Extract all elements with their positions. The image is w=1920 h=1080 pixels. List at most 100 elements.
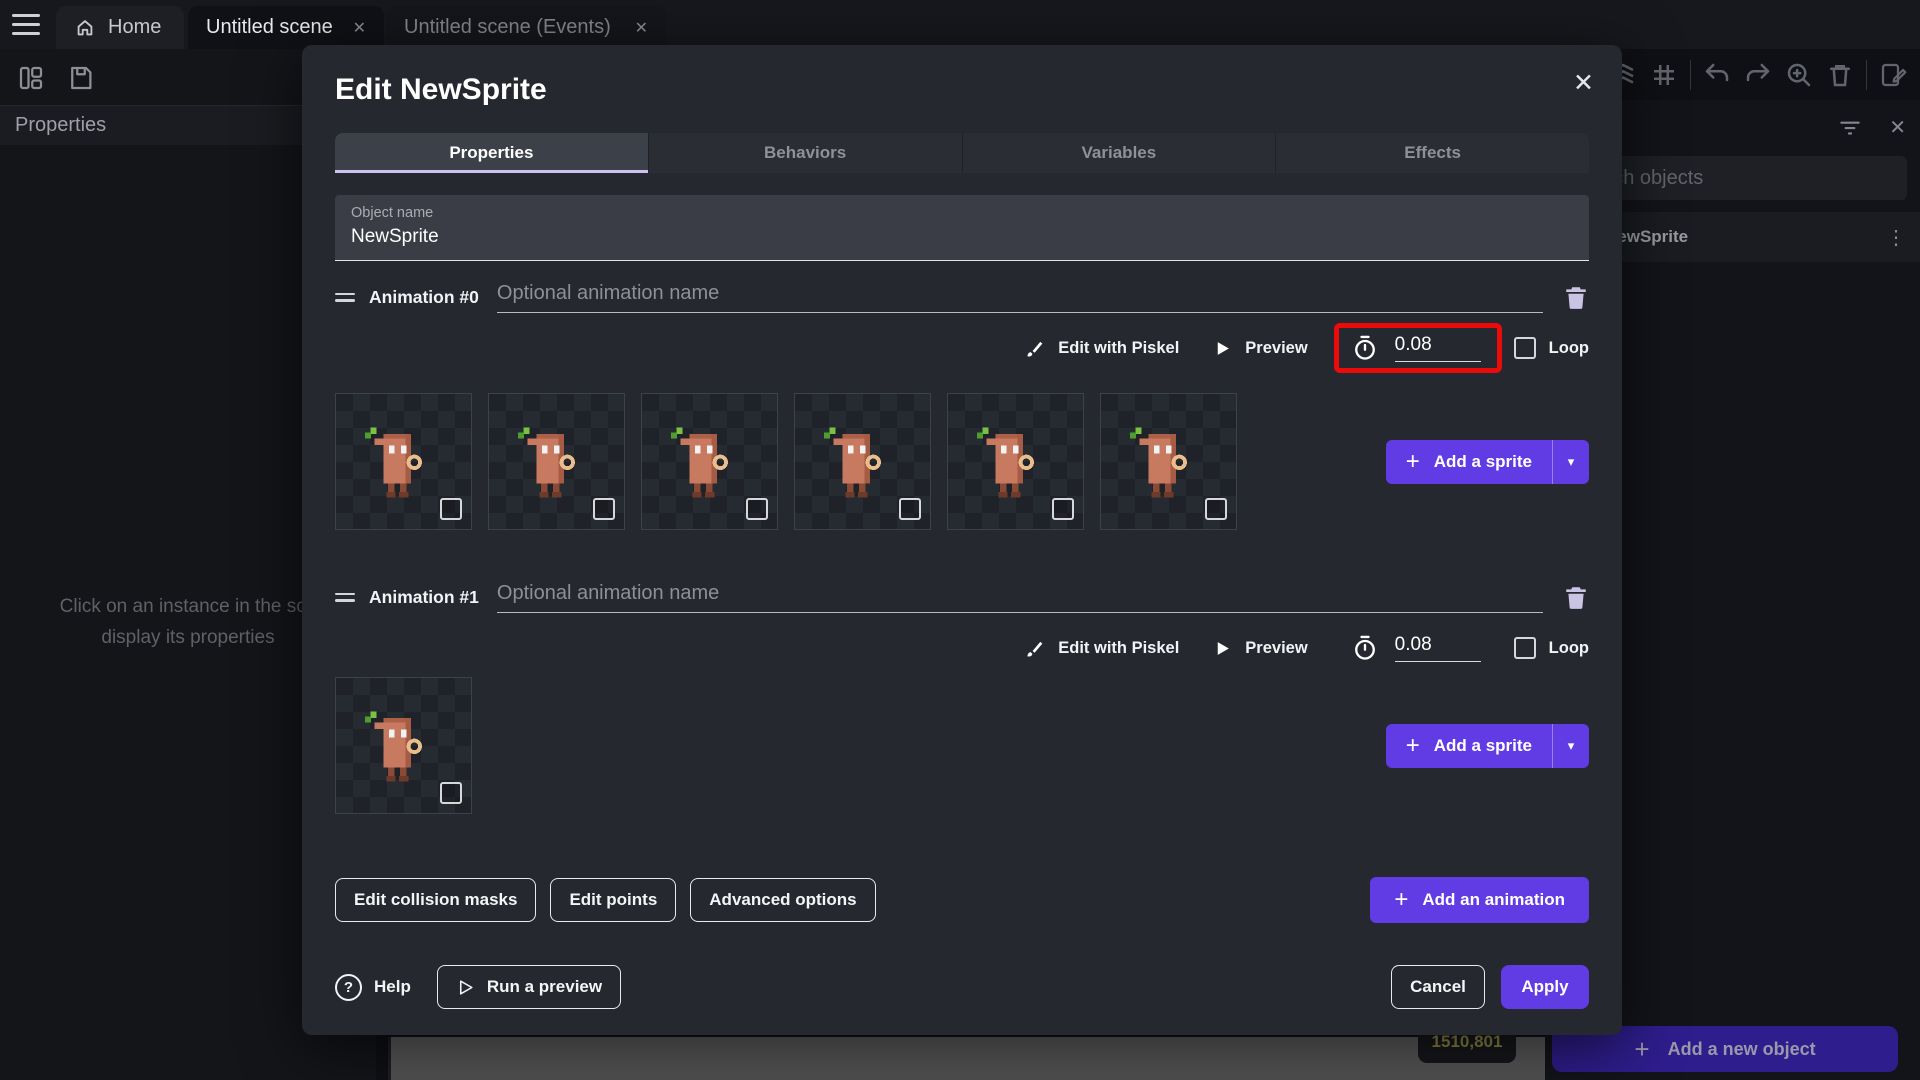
delete-icon[interactable] [1825, 60, 1855, 90]
dialog-close-icon[interactable]: ✕ [1573, 71, 1594, 96]
loop-label: Loop [1548, 638, 1589, 657]
advanced-options-button[interactable]: Advanced options [690, 878, 876, 922]
preview-button[interactable]: Preview [1213, 339, 1308, 358]
sprite-frame-thumbnail[interactable] [335, 677, 472, 814]
tab-behaviors[interactable]: Behaviors [647, 133, 962, 173]
filter-icon[interactable] [1837, 114, 1863, 140]
object-item-menu-icon[interactable]: ⋮ [1886, 225, 1906, 250]
frame-select-checkbox[interactable] [899, 498, 921, 520]
frame-select-checkbox[interactable] [593, 498, 615, 520]
animation-1-label: Animation #1 [369, 586, 479, 607]
tab-variables[interactable]: Variables [961, 133, 1276, 173]
play-icon [1218, 341, 1230, 355]
animation-1-controls: Edit with Piskel Preview Loop [335, 619, 1589, 677]
tab-events-label: Untitled scene (Events) [404, 16, 611, 38]
home-icon [77, 19, 93, 35]
edit-with-piskel-button[interactable]: Edit with Piskel [1024, 638, 1179, 659]
frame-duration-input[interactable] [1394, 334, 1481, 362]
dialog-title: Edit NewSprite [335, 73, 547, 106]
close-panel-icon[interactable]: ✕ [1889, 115, 1906, 140]
drag-handle-icon[interactable] [335, 289, 355, 306]
zoom-in-icon[interactable] [1784, 60, 1814, 90]
preview-button[interactable]: Preview [1213, 639, 1308, 658]
frame-duration-box [1334, 623, 1502, 673]
add-sprite-button[interactable]: + Add a sprite ▾ [1385, 724, 1589, 768]
animation-0-controls: Edit with Piskel Preview Loop [335, 319, 1589, 377]
sprite-frame-thumbnail[interactable] [794, 393, 931, 530]
loop-checkbox[interactable] [1513, 337, 1536, 359]
top-tab-bar: Home Untitled scene ✕ Untitled scene (Ev… [0, 0, 1920, 49]
drag-handle-icon[interactable] [335, 589, 355, 606]
save-icon[interactable] [66, 63, 96, 93]
plus-icon: + [1634, 1033, 1650, 1064]
loop-label: Loop [1548, 338, 1589, 357]
animation-1-name-input[interactable] [496, 581, 1543, 613]
edit-sprite-dialog: Edit NewSprite ✕ Properties Behaviors Va… [302, 45, 1622, 1035]
loop-checkbox[interactable] [1513, 637, 1536, 659]
play-outline-icon [459, 979, 473, 995]
add-sprite-button[interactable]: + Add a sprite ▾ [1385, 440, 1589, 484]
tab-untitled-scene[interactable]: Untitled scene ✕ [188, 6, 384, 49]
edit-collision-masks-button[interactable]: Edit collision masks [335, 878, 537, 922]
sprite-frame-thumbnail[interactable] [1100, 393, 1237, 530]
add-animation-button[interactable]: + Add an animation [1370, 877, 1589, 923]
cancel-button[interactable]: Cancel [1391, 965, 1485, 1009]
pig-sprite-image [1129, 427, 1188, 498]
run-preview-button[interactable]: Run a preview [436, 965, 622, 1009]
plus-icon: + [1405, 732, 1420, 759]
pig-sprite-image [364, 427, 423, 498]
apply-button[interactable]: Apply [1501, 965, 1589, 1009]
pig-sprite-image [364, 711, 423, 782]
sprite-frame-thumbnail[interactable] [641, 393, 778, 530]
stopwatch-icon [1354, 335, 1375, 360]
add-sprite-dropdown-icon[interactable]: ▾ [1553, 454, 1589, 470]
layout-panels-icon[interactable] [16, 63, 46, 93]
sprite-frame-thumbnail[interactable] [947, 393, 1084, 530]
plus-icon: + [1405, 448, 1420, 475]
frame-select-checkbox[interactable] [440, 498, 462, 520]
frame-select-checkbox[interactable] [746, 498, 768, 520]
edit-points-button[interactable]: Edit points [550, 878, 677, 922]
redo-icon[interactable] [1743, 60, 1773, 90]
grid-icon[interactable] [1649, 60, 1679, 90]
scene-toolbar [1608, 60, 1908, 90]
frame-select-checkbox[interactable] [1205, 498, 1227, 520]
pig-sprite-image [823, 427, 882, 498]
tab-close-icon[interactable]: ✕ [635, 18, 648, 38]
pig-sprite-image [517, 427, 576, 498]
object-name-input[interactable] [351, 226, 1573, 248]
dialog-tabs: Properties Behaviors Variables Effects [335, 133, 1589, 173]
brush-icon [1027, 641, 1043, 657]
object-name-field[interactable]: Object name [335, 195, 1589, 261]
frame-duration-input[interactable] [1394, 634, 1481, 662]
frame-duration-highlight-box [1333, 323, 1502, 373]
tab-effects[interactable]: Effects [1275, 133, 1589, 173]
tab-close-icon[interactable]: ✕ [353, 18, 366, 38]
add-sprite-dropdown-icon[interactable]: ▾ [1553, 738, 1589, 754]
animation-0-name-input[interactable] [496, 281, 1543, 313]
sprite-frame-thumbnail[interactable] [335, 393, 472, 530]
help-button[interactable]: ? Help [335, 973, 411, 1001]
add-new-object-label: Add a new object [1667, 1038, 1816, 1059]
brush-icon [1027, 341, 1043, 357]
sprite-frame-thumbnail[interactable] [488, 393, 625, 530]
tab-untitled-scene-events[interactable]: Untitled scene (Events) ✕ [386, 6, 666, 49]
delete-animation-icon[interactable] [1563, 284, 1589, 310]
animation-0-label: Animation #0 [369, 286, 479, 307]
edit-with-piskel-button[interactable]: Edit with Piskel [1024, 338, 1179, 359]
animation-0-header: Animation #0 [335, 275, 1589, 319]
animation-1-frames: + Add a sprite ▾ [335, 677, 1589, 815]
frame-select-checkbox[interactable] [440, 782, 462, 804]
tab-properties[interactable]: Properties [335, 133, 648, 173]
main-menu-icon[interactable] [12, 14, 40, 35]
events-sheet-icon[interactable] [1878, 60, 1908, 90]
tab-home-label: Home [108, 16, 162, 38]
tab-home[interactable]: Home [56, 6, 184, 49]
question-icon: ? [335, 973, 362, 1001]
tab-scene-label: Untitled scene [206, 16, 333, 38]
scene-canvas[interactable] [388, 1037, 1545, 1080]
delete-animation-icon[interactable] [1563, 584, 1589, 610]
undo-icon[interactable] [1702, 60, 1732, 90]
frame-select-checkbox[interactable] [1052, 498, 1074, 520]
properties-panel-title: Properties [15, 114, 107, 136]
